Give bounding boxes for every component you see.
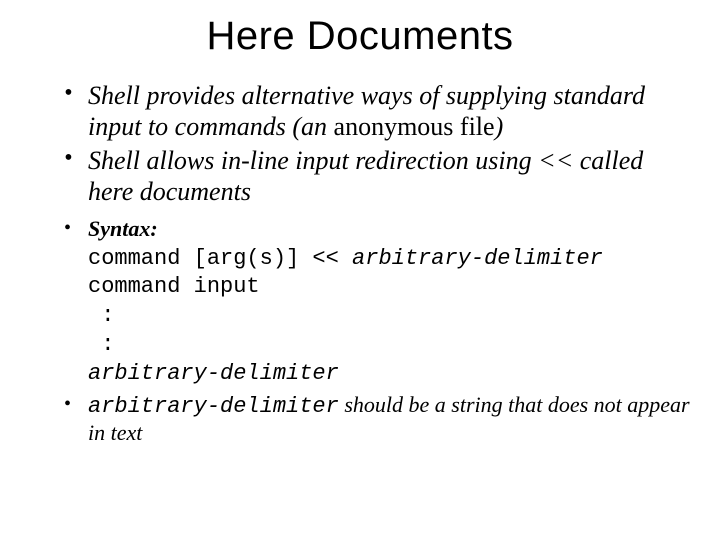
bullet-item-3-syntax: Syntax: command [arg(s)] << arbitrary-de… <box>64 216 692 388</box>
syntax-code-block: command [arg(s)] << arbitrary-delimiter … <box>88 244 692 388</box>
slide: Here Documents Shell provides alternativ… <box>0 0 720 540</box>
slide-title: Here Documents <box>28 14 692 59</box>
bullet-1-text-b: anonymous file <box>327 112 495 141</box>
bullet-4-code: arbitrary-delimiter <box>88 394 339 419</box>
syntax-line2-4: command input : : <box>88 274 260 357</box>
bullet-2-text: Shell allows in-line input redirection u… <box>88 146 643 206</box>
bullet-item-1: Shell provides alternative ways of suppl… <box>64 81 692 142</box>
syntax-line1b: arbitrary-delimiter <box>352 246 603 271</box>
syntax-label: Syntax: <box>88 216 158 241</box>
bullet-list: Shell provides alternative ways of suppl… <box>28 81 692 447</box>
bullet-1-text-c: ) <box>495 112 504 141</box>
bullet-item-4: arbitrary-delimiter should be a string t… <box>64 392 692 448</box>
syntax-line1a: command [arg(s)] << <box>88 246 352 271</box>
syntax-line5: arbitrary-delimiter <box>88 361 339 386</box>
bullet-item-2: Shell allows in-line input redirection u… <box>64 146 692 207</box>
